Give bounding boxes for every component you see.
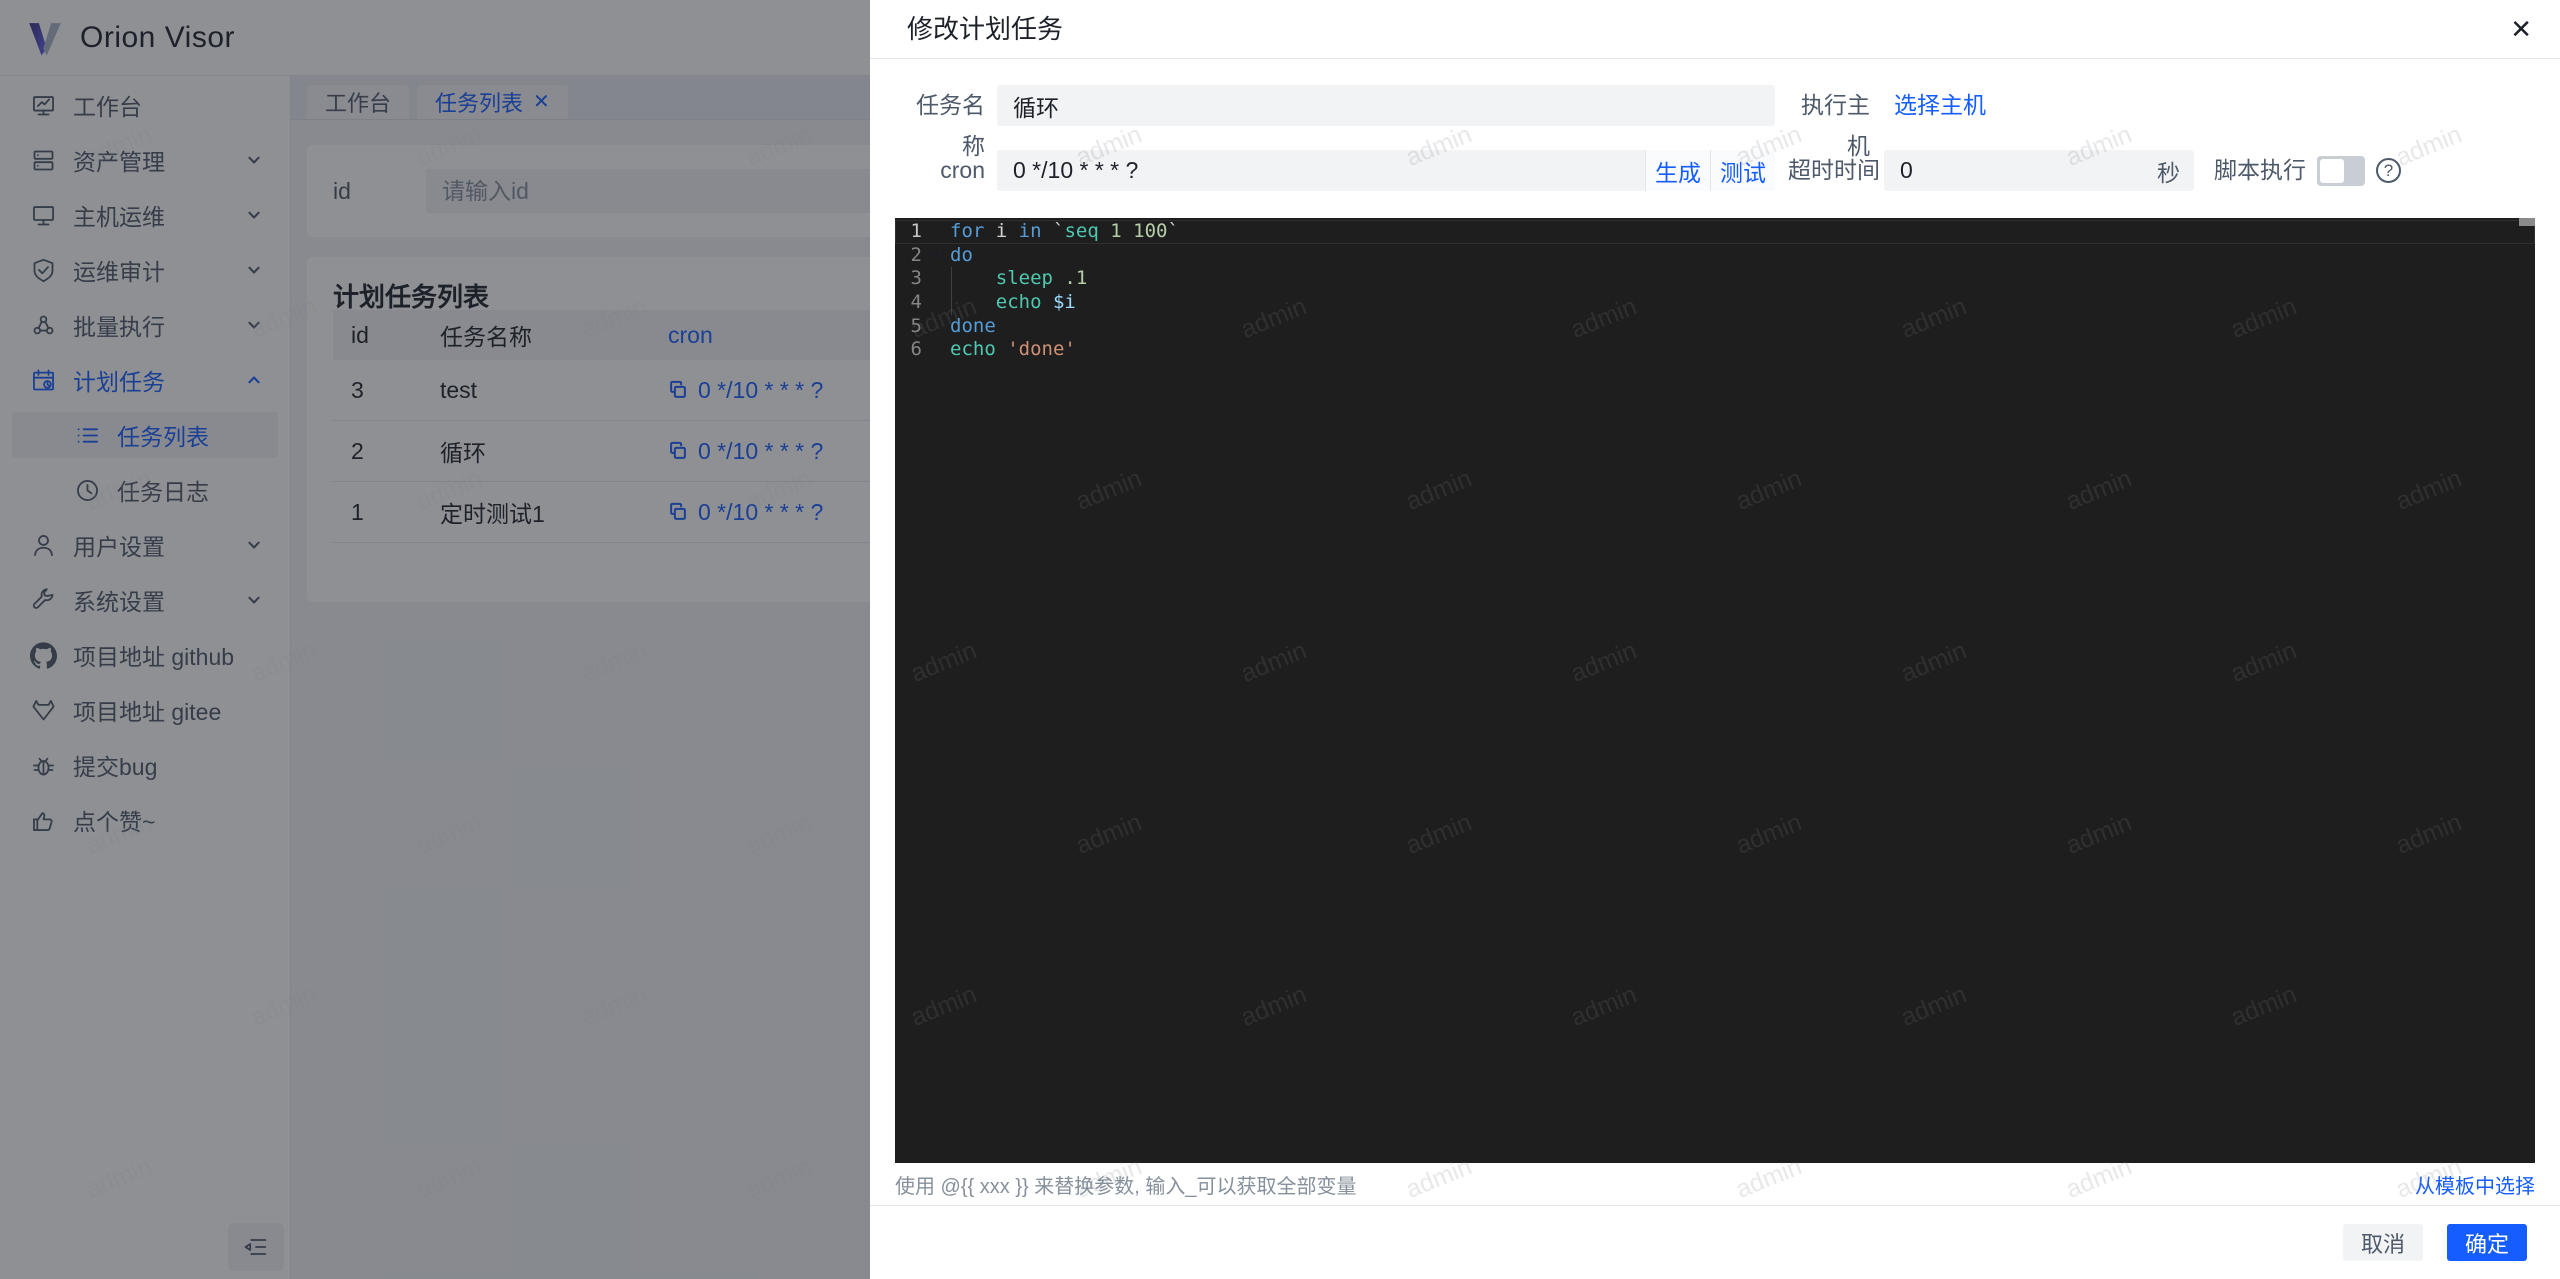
token: done bbox=[950, 314, 996, 337]
drawer-body: 任务名称 执行主机 选择主机 cron 生成 测试 超时时间 秒 脚本执行 ? bbox=[870, 58, 2560, 1205]
token: seq bbox=[1064, 220, 1099, 242]
token: i bbox=[984, 220, 1019, 242]
cancel-button[interactable]: 取消 bbox=[2342, 1224, 2423, 1261]
fold-gutter bbox=[922, 267, 950, 291]
toggle-knob bbox=[2320, 159, 2344, 183]
code-text: for i in `seq 1 100` bbox=[950, 220, 2535, 244]
line-number: 1 bbox=[910, 220, 922, 242]
fold-gutter bbox=[922, 220, 950, 244]
editor-line-4[interactable]: 4 echo $i bbox=[895, 291, 2535, 315]
script-exec-toggle[interactable] bbox=[2317, 156, 2365, 186]
timeout-label: 超时时间 bbox=[1788, 157, 1880, 183]
fold-gutter bbox=[922, 338, 950, 362]
token: sleep bbox=[995, 267, 1053, 290]
editor-line-2[interactable]: 2 do bbox=[895, 244, 2535, 268]
timeout-input[interactable] bbox=[1884, 157, 2157, 184]
token: echo bbox=[950, 338, 996, 361]
choose-template-link[interactable]: 从模板中选择 bbox=[2415, 1170, 2535, 1199]
token: $i bbox=[1052, 291, 1076, 314]
editor-line-1[interactable]: 1 for i in `seq 1 100` bbox=[895, 220, 2535, 244]
fold-gutter bbox=[922, 315, 950, 339]
token: for bbox=[950, 220, 985, 242]
token: do bbox=[950, 243, 973, 266]
token: ` bbox=[1041, 220, 1065, 242]
cron-input[interactable] bbox=[997, 150, 1645, 191]
code-text: done bbox=[950, 315, 2535, 339]
fold-chevron-icon[interactable] bbox=[922, 244, 950, 268]
drawer-title: 修改计划任务 bbox=[907, 14, 1064, 44]
drawer-footer: 取消 确定 bbox=[870, 1205, 2560, 1279]
fold-gutter bbox=[922, 291, 950, 315]
cron-generate-button[interactable]: 生成 bbox=[1645, 150, 1710, 191]
script-exec-label: 脚本执行 bbox=[2214, 157, 2306, 183]
edit-task-drawer: 修改计划任务 ✕ 任务名称 执行主机 选择主机 cron 生成 测试 超时时间 … bbox=[870, 0, 2560, 1279]
indent-guide bbox=[950, 267, 952, 292]
cron-input-group: 生成 测试 bbox=[997, 150, 1775, 191]
line-number: 5 bbox=[910, 314, 922, 337]
line-number: 4 bbox=[910, 291, 922, 314]
token: echo bbox=[995, 291, 1042, 314]
indent-guide bbox=[950, 291, 952, 315]
code-text: sleep .1 bbox=[950, 267, 2535, 292]
line-number: 2 bbox=[910, 243, 922, 266]
fold-chevron-icon bbox=[930, 252, 942, 259]
line-number: 6 bbox=[910, 338, 922, 361]
editor-scrollbar[interactable] bbox=[2519, 218, 2535, 226]
code-text: echo 'done' bbox=[950, 338, 2535, 362]
task-name-input[interactable] bbox=[997, 85, 1775, 126]
task-name-label: 任务名称 bbox=[916, 92, 985, 159]
cron-test-button[interactable]: 测试 bbox=[1710, 150, 1775, 191]
drawer-header: 修改计划任务 ✕ bbox=[870, 0, 2560, 59]
timeout-field: 秒 bbox=[1884, 150, 2194, 191]
param-hint-text: 使用 @{{ xxx }} 来替换参数, 输入_可以获取全部变量 bbox=[895, 1175, 1357, 1198]
code-text: echo $i bbox=[950, 291, 2535, 315]
close-icon[interactable]: ✕ bbox=[2510, 0, 2532, 58]
token: 'done' bbox=[1007, 338, 1076, 361]
timeout-unit-label: 秒 bbox=[2157, 159, 2180, 186]
app-root: Orion Visor 工作台资产管理主机运维运维审计批量执行计划任务任务列表任… bbox=[0, 0, 2560, 1279]
select-host-link[interactable]: 选择主机 bbox=[1894, 85, 1986, 126]
editor-line-6[interactable]: 6 echo 'done' bbox=[895, 338, 2535, 362]
editor-line-3[interactable]: 3 sleep .1 bbox=[895, 267, 2535, 292]
token: ` bbox=[1167, 220, 1179, 242]
code-text: do bbox=[950, 244, 2535, 268]
token: in bbox=[1018, 220, 1042, 242]
help-icon[interactable]: ? bbox=[2376, 158, 2401, 183]
exec-host-label: 执行主机 bbox=[1801, 92, 1870, 159]
editor-hint-row: 使用 @{{ xxx }} 来替换参数, 输入_可以获取全部变量 从模板中选择 bbox=[895, 1163, 2535, 1205]
script-code-editor[interactable]: 1 for i in `seq 1 100` 2 do 3 sleep .1 4 echo… bbox=[895, 218, 2535, 1163]
token: 1 bbox=[1110, 220, 1122, 242]
line-number: 3 bbox=[910, 267, 922, 290]
token: 100 bbox=[1133, 220, 1168, 242]
confirm-button[interactable]: 确定 bbox=[2446, 1224, 2527, 1261]
editor-line-5[interactable]: 5 done bbox=[895, 315, 2535, 339]
token: .1 bbox=[1064, 267, 1088, 290]
cron-label: cron bbox=[940, 157, 985, 183]
